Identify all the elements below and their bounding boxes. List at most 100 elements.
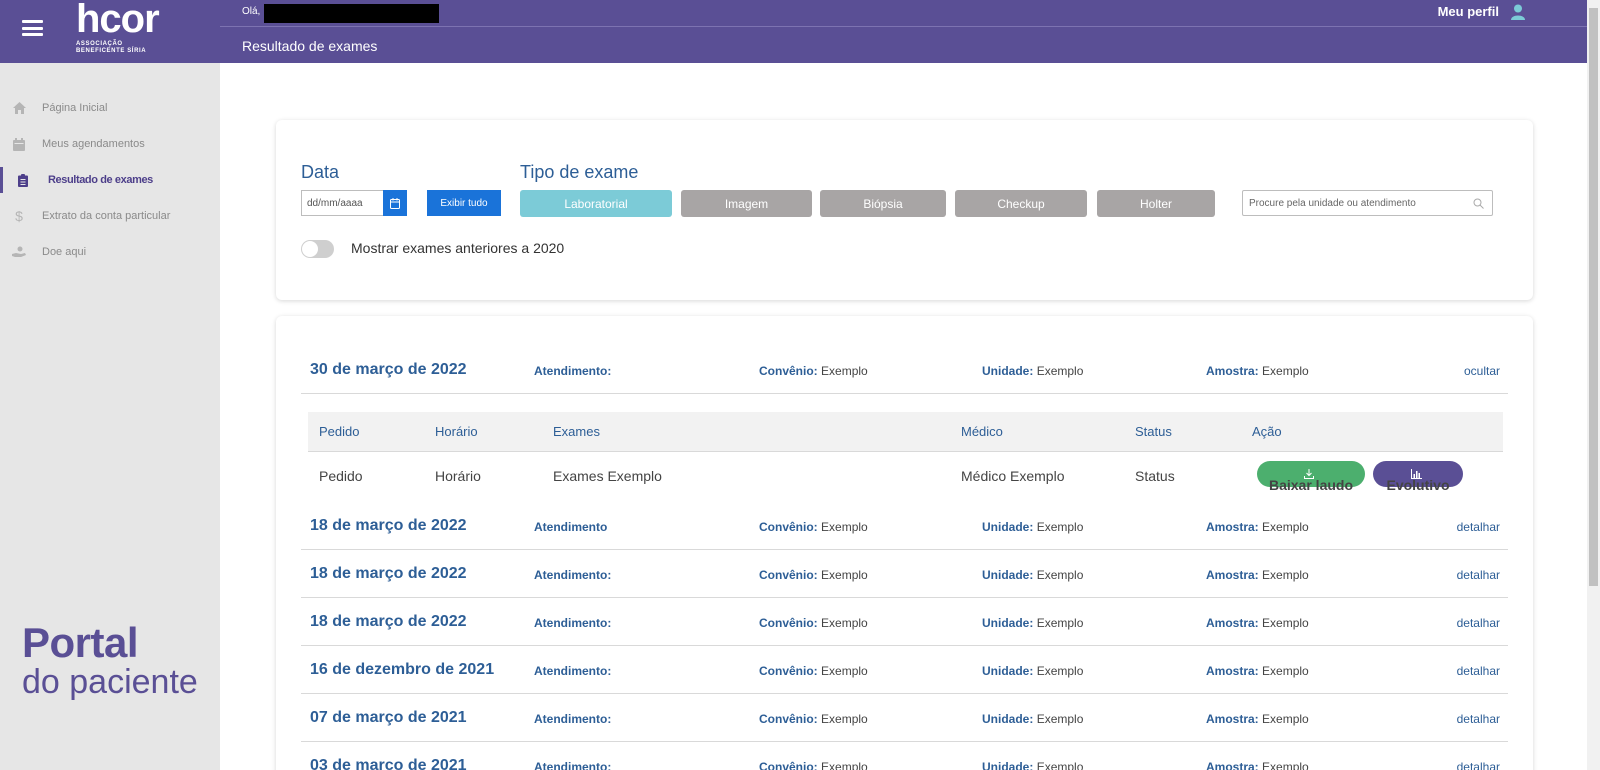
result-date: 18 de março de 2022 bbox=[310, 517, 467, 534]
calendar-icon bbox=[12, 137, 26, 151]
result-atendimento: Atendimento: bbox=[534, 568, 612, 582]
sidebar-header: hcor ASSOCIAÇÃO BENEFICENTE SÍRIA bbox=[0, 0, 220, 63]
exam-type-label: Tipo de exame bbox=[520, 162, 639, 182]
search-placeholder: Procure pela unidade ou atendimento bbox=[1249, 198, 1416, 209]
search-input[interactable]: Procure pela unidade ou atendimento bbox=[1242, 190, 1493, 216]
result-amostra: Amostra: Exemplo bbox=[1206, 664, 1309, 678]
sidebar-item-label: Extrato da conta particular bbox=[42, 210, 171, 222]
greeting: Olá, bbox=[242, 6, 261, 17]
results-card: 30 de março de 2022 Atendimento: Convêni… bbox=[276, 316, 1533, 770]
result-amostra: Amostra: Exemplo bbox=[1206, 520, 1309, 534]
show-details-link[interactable]: detalhar bbox=[1457, 760, 1500, 770]
sidebar-item-label: Meus agendamentos bbox=[42, 138, 145, 150]
type-laboratorial-button[interactable]: Laboratorial bbox=[520, 190, 672, 217]
result-date: 16 de dezembro de 2021 bbox=[310, 661, 495, 678]
col-status: Status bbox=[1135, 424, 1172, 439]
result-atendimento: Atendimento: bbox=[534, 364, 612, 378]
sidebar-item-exam-results[interactable]: Resultado de exames bbox=[0, 162, 220, 198]
user-icon[interactable] bbox=[1511, 4, 1525, 20]
result-unidade: Unidade: Exemplo bbox=[982, 568, 1084, 582]
logo-subtitle-1: ASSOCIAÇÃO bbox=[76, 41, 123, 47]
clipboard-icon bbox=[16, 173, 30, 187]
evolution-button[interactable]: Evolutivo bbox=[1373, 461, 1463, 493]
hcor-logo[interactable]: hcor ASSOCIAÇÃO BENEFICENTE SÍRIA bbox=[76, 0, 160, 55]
sidebar-item-label: Doe aqui bbox=[42, 246, 87, 258]
scrollbar-thumb[interactable] bbox=[1589, 8, 1598, 586]
cell-exames: Exames Exemplo bbox=[553, 468, 662, 484]
result-date: 03 de março de 2021 bbox=[310, 757, 467, 770]
cell-status: Status bbox=[1135, 468, 1175, 484]
older-exams-toggle-label: Mostrar exames anteriores a 2020 bbox=[351, 240, 565, 256]
portal-subtitle: do paciente bbox=[22, 663, 198, 701]
result-row: 03 de março de 2021 Atendimento: Convêni… bbox=[301, 742, 1508, 770]
result-convenio: Convênio: Exemplo bbox=[759, 568, 868, 582]
redacted-username bbox=[264, 4, 439, 23]
show-details-link[interactable]: detalhar bbox=[1457, 520, 1500, 534]
show-details-link[interactable]: detalhar bbox=[1457, 664, 1500, 678]
result-convenio: Convênio: Exemplo bbox=[759, 664, 868, 678]
date-label: Data bbox=[301, 162, 340, 182]
portal-title: Portal bbox=[22, 619, 139, 666]
older-exams-toggle[interactable] bbox=[301, 240, 334, 258]
result-unidade: Unidade: Exemplo bbox=[982, 760, 1084, 770]
result-row: 18 de março de 2022 Atendimento: Convêni… bbox=[301, 550, 1508, 598]
donate-hand-icon bbox=[12, 245, 26, 259]
type-biopsia-button[interactable]: Biópsia bbox=[820, 190, 946, 217]
result-amostra: Amostra: Exemplo bbox=[1206, 364, 1309, 378]
result-row: 16 de dezembro de 2021 Atendimento: Conv… bbox=[301, 646, 1508, 694]
exam-table-row: Pedido Horário Exames Exemplo Médico Exe… bbox=[308, 452, 1503, 501]
result-date: 07 de março de 2021 bbox=[310, 709, 467, 726]
home-icon bbox=[12, 101, 26, 115]
result-row-expanded: 30 de março de 2022 Atendimento: Convêni… bbox=[301, 346, 1508, 394]
show-details-link[interactable]: detalhar bbox=[1457, 712, 1500, 726]
exam-table-header: Pedido Horário Exames Médico Status Ação bbox=[308, 412, 1503, 452]
cell-horario: Horário bbox=[435, 468, 481, 484]
type-holter-button[interactable]: Holter bbox=[1097, 190, 1215, 217]
type-checkup-button[interactable]: Checkup bbox=[955, 190, 1087, 217]
download-report-button[interactable]: Baixar laudo bbox=[1257, 461, 1365, 493]
result-row: 18 de março de 2022 Atendimento: Convêni… bbox=[301, 598, 1508, 646]
result-date: 18 de março de 2022 bbox=[310, 565, 467, 582]
cell-medico: Médico Exemplo bbox=[961, 468, 1065, 484]
result-unidade: Unidade: Exemplo bbox=[982, 520, 1084, 534]
sidebar-nav: Página Inicial Meus agendamentos Resulta… bbox=[0, 90, 220, 270]
page-title: Resultado de exames bbox=[242, 38, 378, 54]
hamburger-menu-icon[interactable] bbox=[22, 20, 43, 36]
calendar-icon bbox=[390, 197, 400, 209]
result-convenio: Convênio: Exemplo bbox=[759, 712, 868, 726]
result-convenio: Convênio: Exemplo bbox=[759, 760, 868, 770]
sidebar-item-statement[interactable]: $ Extrato da conta particular bbox=[0, 198, 220, 234]
result-atendimento: Atendimento bbox=[534, 520, 608, 534]
cell-pedido: Pedido bbox=[319, 468, 363, 484]
result-convenio: Convênio: Exemplo bbox=[759, 520, 868, 534]
logo-text: hcor bbox=[76, 0, 160, 41]
sidebar: hcor ASSOCIAÇÃO BENEFICENTE SÍRIA Página… bbox=[0, 0, 220, 770]
result-date: 30 de março de 2022 bbox=[310, 361, 467, 378]
col-acao: Ação bbox=[1252, 424, 1282, 439]
sidebar-item-home[interactable]: Página Inicial bbox=[0, 90, 220, 126]
show-details-link[interactable]: detalhar bbox=[1457, 568, 1500, 582]
page-scrollbar[interactable] bbox=[1587, 0, 1600, 770]
col-exames: Exames bbox=[553, 424, 600, 439]
sidebar-item-donate[interactable]: Doe aqui bbox=[0, 234, 220, 270]
filter-card: Data dd/mm/aaaa Exibir tudo Tipo de exam… bbox=[276, 120, 1533, 300]
search-icon[interactable] bbox=[1473, 198, 1484, 209]
result-atendimento: Atendimento: bbox=[534, 616, 612, 630]
profile-link[interactable]: Meu perfil bbox=[1438, 4, 1499, 19]
hide-details-link[interactable]: ocultar bbox=[1464, 364, 1500, 378]
calendar-picker-button[interactable] bbox=[383, 190, 407, 216]
header-divider bbox=[220, 26, 1587, 27]
sidebar-item-appointments[interactable]: Meus agendamentos bbox=[0, 126, 220, 162]
sidebar-item-label: Página Inicial bbox=[42, 102, 108, 114]
portal-do-paciente-logo: Portal do paciente bbox=[22, 619, 198, 701]
result-amostra: Amostra: Exemplo bbox=[1206, 568, 1309, 582]
result-row: 07 de março de 2021 Atendimento: Convêni… bbox=[301, 694, 1508, 742]
result-atendimento: Atendimento: bbox=[534, 760, 612, 770]
show-details-link[interactable]: detalhar bbox=[1457, 616, 1500, 630]
result-atendimento: Atendimento: bbox=[534, 664, 612, 678]
date-input[interactable]: dd/mm/aaaa bbox=[301, 190, 383, 216]
show-all-button[interactable]: Exibir tudo bbox=[427, 190, 501, 216]
top-header: Olá, Meu perfil Resultado de exames bbox=[220, 0, 1587, 63]
type-imagem-button[interactable]: Imagem bbox=[681, 190, 812, 217]
result-unidade: Unidade: Exemplo bbox=[982, 712, 1084, 726]
